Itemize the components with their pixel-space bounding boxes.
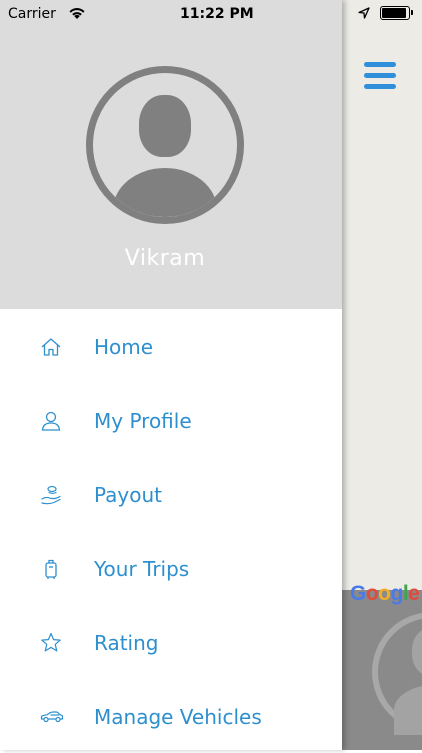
menu-item-label: Rating xyxy=(94,631,159,655)
user-avatar-icon[interactable] xyxy=(86,66,244,224)
menu-item-label: Manage Vehicles xyxy=(94,705,262,729)
menu-item-my-profile[interactable]: My Profile xyxy=(0,383,342,457)
menu-item-payout[interactable]: Payout xyxy=(0,457,342,531)
car-icon xyxy=(40,706,64,728)
menu-item-rating[interactable]: Rating xyxy=(0,605,342,679)
menu-item-manage-vehicles[interactable]: Manage Vehicles xyxy=(0,679,342,753)
luggage-icon xyxy=(40,558,62,580)
menu-item-label: Your Trips xyxy=(94,557,190,581)
location-arrow-icon xyxy=(358,7,370,19)
carrier-label: Carrier xyxy=(8,6,56,22)
avatar-head xyxy=(139,95,191,157)
map-user-card xyxy=(342,590,422,750)
menu-item-label: Home xyxy=(94,335,154,359)
drawer-menu: Home My Profile Payout Your Trips Rating… xyxy=(0,309,342,753)
battery-icon xyxy=(380,6,413,20)
google-attribution: Google xyxy=(350,582,420,605)
payout-hand-icon xyxy=(40,484,62,506)
menu-item-label: My Profile xyxy=(94,409,192,433)
status-bar: Carrier 11:22 PM xyxy=(0,0,422,28)
menu-item-your-trips[interactable]: Your Trips xyxy=(0,531,342,605)
wifi-icon xyxy=(68,6,86,20)
drawer-header: Vikram xyxy=(0,0,342,309)
map-view[interactable]: Google xyxy=(342,0,422,750)
home-icon xyxy=(40,336,62,358)
user-name: Vikram xyxy=(124,246,206,271)
star-icon xyxy=(40,632,62,654)
side-drawer: Vikram Home My Profile Payout Your Trips… xyxy=(0,0,342,750)
menu-item-home[interactable]: Home xyxy=(0,309,342,383)
avatar-body xyxy=(113,168,217,217)
user-icon xyxy=(40,410,62,432)
clock-time: 11:22 PM xyxy=(180,6,254,22)
hamburger-menu-icon[interactable] xyxy=(364,62,396,90)
menu-item-label: Payout xyxy=(94,483,163,507)
